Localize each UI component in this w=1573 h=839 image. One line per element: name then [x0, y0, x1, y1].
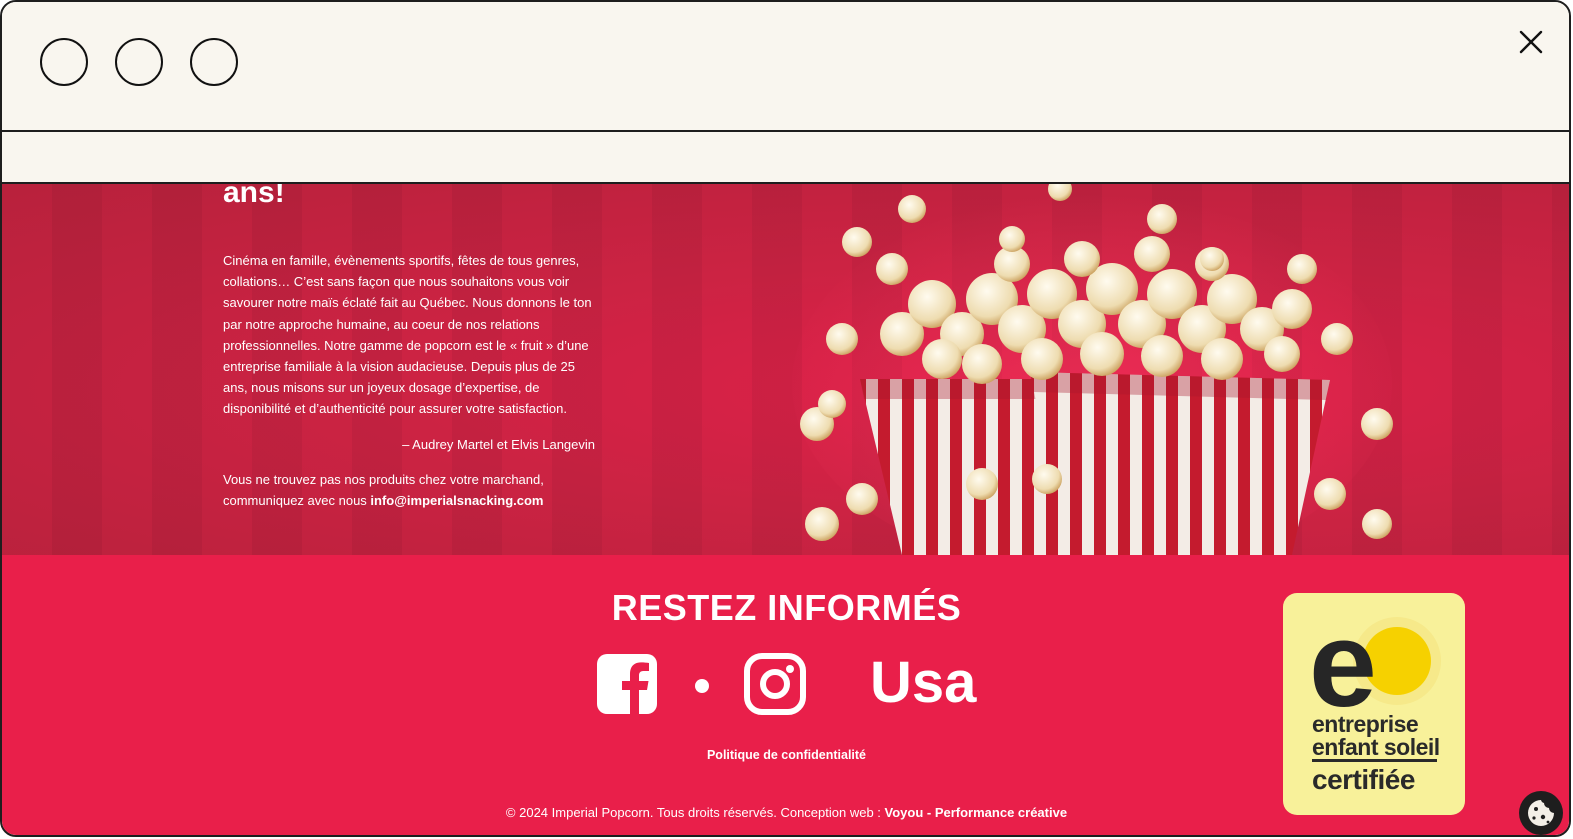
section-heading: ans!: [223, 184, 285, 209]
title-bar: [2, 2, 1569, 132]
copyright-text: © 2024 Imperial Popcorn. Tous droits rés…: [505, 805, 885, 820]
about-text: Cinéma en famille, évènements sportifs, …: [223, 250, 595, 511]
cookie-icon: [1528, 800, 1554, 826]
popcorn-image: [792, 184, 1393, 555]
contact-paragraph: Vous ne trouvez pas nos produits chez vo…: [223, 469, 595, 511]
facebook-icon[interactable]: [595, 652, 659, 716]
window-control-1[interactable]: [40, 38, 88, 86]
cookie-settings-button[interactable]: [1519, 791, 1563, 835]
badge-line-2: enfant soleil: [1312, 734, 1440, 760]
window-control-3[interactable]: [190, 38, 238, 86]
agency-link[interactable]: Voyou - Performance créative: [885, 805, 1068, 820]
badge-divider: [1312, 759, 1437, 762]
instagram-icon[interactable]: [743, 652, 807, 716]
about-section: ans! Cinéma en famille, évènements sport…: [2, 184, 1569, 555]
browser-window: ans! Cinéma en famille, évènements sport…: [0, 0, 1571, 837]
contact-email-link[interactable]: info@imperialsnacking.com: [370, 493, 543, 508]
window-control-2[interactable]: [115, 38, 163, 86]
enfant-soleil-badge[interactable]: e entreprise enfant soleil certifiée: [1283, 593, 1465, 815]
address-bar[interactable]: [2, 132, 1569, 184]
enfant-soleil-logo: e: [1309, 611, 1441, 716]
separator-dot: [695, 679, 709, 693]
about-paragraph: Cinéma en famille, évènements sportifs, …: [223, 253, 592, 417]
usa-link[interactable]: Usa: [870, 650, 976, 716]
signature: – Audrey Martel et Elvis Langevin: [402, 436, 595, 452]
site-footer: RESTEZ INFORMÉS Usa Politique de confide…: [2, 555, 1569, 835]
close-icon[interactable]: [1515, 26, 1547, 58]
badge-line-3: certifiée: [1312, 764, 1415, 795]
badge-logo-letter: e: [1309, 611, 1377, 716]
